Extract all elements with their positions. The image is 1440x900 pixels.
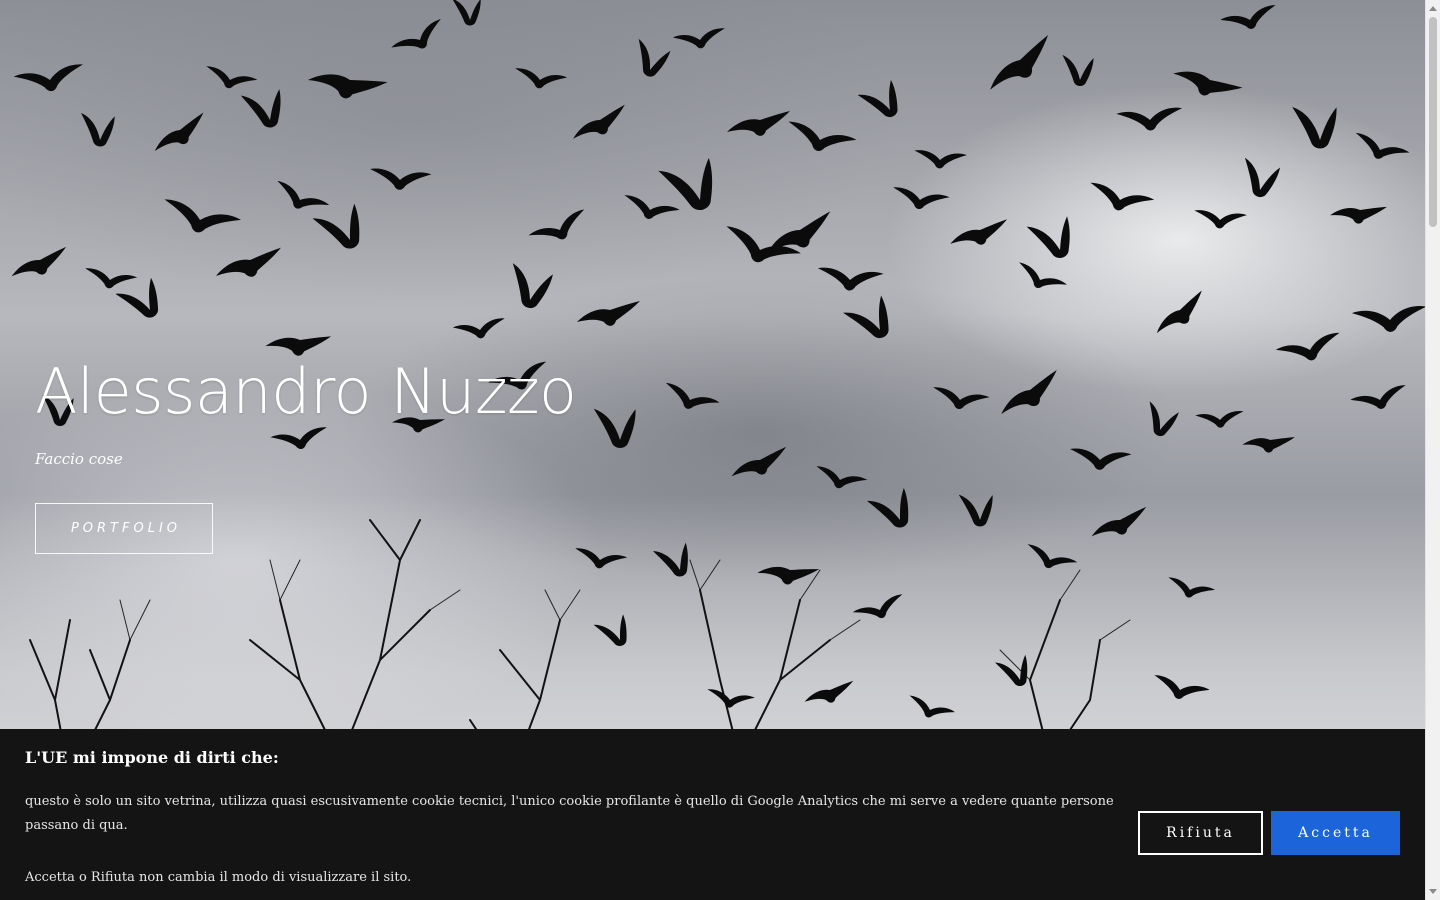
cookie-banner-text: questo è solo un sito vetrina, utilizza …: [25, 794, 1114, 833]
portfolio-button[interactable]: PORTFOLIO: [35, 503, 213, 554]
cookie-banner: L'UE mi impone di dirti che: questo è so…: [0, 729, 1425, 900]
reject-cookies-button[interactable]: Rifiuta: [1138, 811, 1263, 855]
accept-cookies-button[interactable]: Accetta: [1271, 811, 1400, 855]
scroll-down-arrow-icon[interactable]: [1429, 889, 1437, 894]
cookie-banner-title: L'UE mi impone di dirti che:: [25, 748, 279, 767]
hero-content: Alessandro Nuzzo Faccio cose PORTFOLIO: [35, 356, 935, 554]
site-tagline: Faccio cose: [35, 450, 123, 468]
vertical-scrollbar[interactable]: [1425, 0, 1440, 900]
page-viewport: Alessandro Nuzzo Faccio cose PORTFOLIO L…: [0, 0, 1425, 900]
scrollbar-thumb[interactable]: [1429, 17, 1437, 227]
site-title[interactable]: Alessandro Nuzzo: [35, 356, 935, 428]
cookie-banner-note: Accetta o Rifiuta non cambia il modo di …: [25, 870, 412, 885]
scroll-up-arrow-icon[interactable]: [1429, 6, 1437, 11]
